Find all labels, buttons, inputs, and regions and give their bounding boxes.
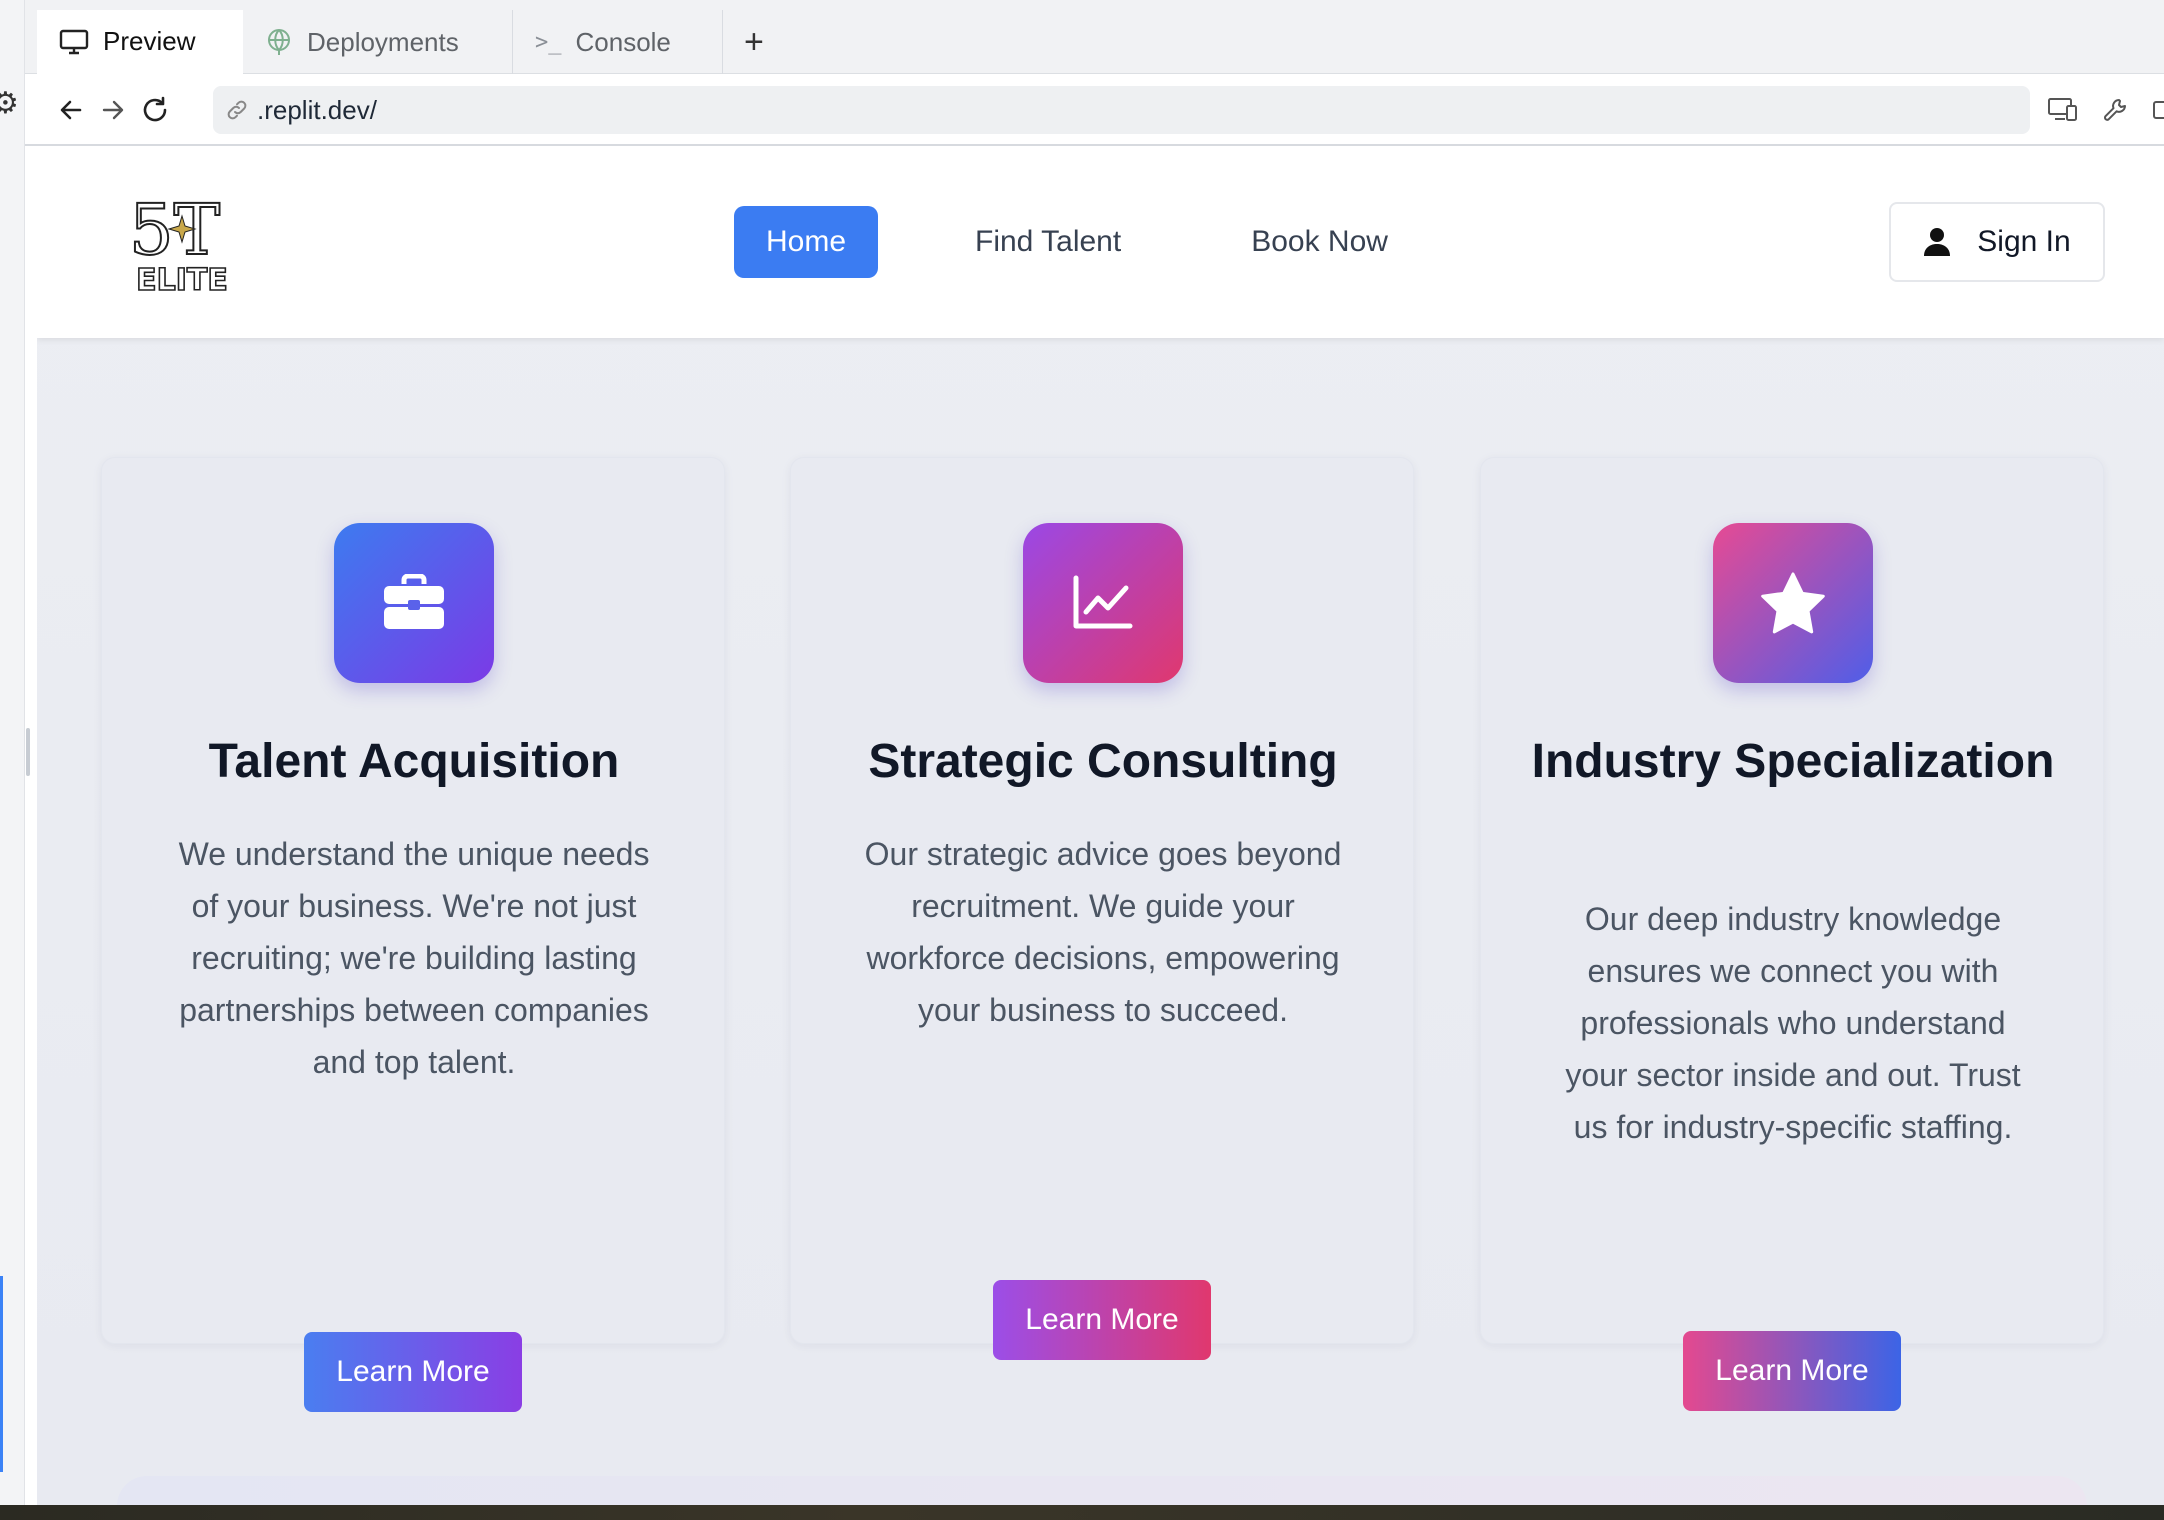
star-icon — [1761, 572, 1825, 634]
tab-preview[interactable]: Preview — [37, 10, 243, 74]
user-icon — [1924, 228, 1951, 256]
back-button[interactable] — [51, 90, 91, 130]
reload-button[interactable] — [135, 90, 175, 130]
resize-handle[interactable] — [26, 728, 30, 776]
wrench-icon — [2104, 99, 2126, 121]
link-icon — [227, 100, 247, 120]
devtools-button[interactable] — [2098, 92, 2134, 128]
learn-more-button[interactable]: Learn More — [1683, 1331, 1901, 1411]
url-text: .replit.dev/ — [257, 94, 377, 125]
card-title: Talent Acquisition — [208, 735, 620, 788]
card-description: We understand the unique needs of your b… — [178, 836, 650, 1080]
tab-label: Deployments — [307, 26, 459, 57]
address-toolbar: .replit.dev/ — [25, 74, 2164, 146]
tab-console[interactable]: >_ Console — [513, 10, 723, 74]
site-header: 5T ELITE Home Find Talent Book Now Sign … — [37, 146, 2164, 338]
devices-icon — [2048, 98, 2077, 121]
terminal-icon: >_ — [535, 29, 562, 55]
nav-find-talent[interactable]: Find Talent — [975, 225, 1121, 259]
main-nav: Home Find Talent Book Now — [734, 206, 1388, 278]
gear-icon[interactable]: ⚙ — [0, 86, 19, 121]
learn-more-button[interactable]: Learn More — [304, 1332, 522, 1412]
briefcase-icon — [384, 574, 444, 629]
nav-home[interactable]: Home — [734, 206, 878, 278]
nav-book-now[interactable]: Book Now — [1251, 225, 1388, 259]
arrow-right-icon — [102, 100, 124, 120]
service-card-talent-acquisition: Talent Acquisition We understand the uni… — [101, 457, 725, 1412]
card-description: Our deep industry knowledge ensures we c… — [1565, 901, 2021, 1145]
tab-deployments[interactable]: Deployments — [243, 10, 513, 74]
window-icon — [2153, 101, 2164, 119]
service-card-industry-specialization: Industry Specialization Our deep industr… — [1480, 457, 2104, 1411]
monitor-icon — [59, 29, 89, 54]
arrow-left-icon — [60, 100, 82, 120]
desktop-background-strip — [0, 1505, 2164, 1520]
website-preview: 5T ELITE Home Find Talent Book Now Sign … — [37, 146, 2164, 1505]
card-icon-badge — [1023, 523, 1183, 683]
brand-logo[interactable]: 5T ELITE — [127, 186, 237, 296]
url-input[interactable]: .replit.dev/ — [213, 86, 2030, 134]
chart-line-icon — [1073, 575, 1133, 629]
active-indicator — [0, 1276, 3, 1472]
tab-label: Preview — [103, 26, 196, 56]
forward-button[interactable] — [93, 90, 133, 130]
reload-icon — [143, 96, 167, 122]
devices-button[interactable] — [2045, 92, 2081, 128]
card-title: Strategic Consulting — [868, 735, 1338, 788]
next-section-panel — [117, 1476, 2087, 1505]
card-icon-badge — [334, 523, 494, 683]
card-description: Our strategic advice goes beyond recruit… — [864, 836, 1342, 1028]
card-title: Industry Specialization — [1531, 735, 2055, 788]
sign-in-label: Sign In — [1977, 225, 2071, 258]
add-tab-button[interactable]: + — [744, 22, 764, 62]
new-window-button[interactable] — [2145, 92, 2164, 128]
learn-more-button[interactable]: Learn More — [993, 1280, 1211, 1360]
sign-in-button[interactable]: Sign In — [1889, 202, 2105, 282]
globe-icon — [268, 29, 290, 55]
ide-side-strip: ⚙ — [0, 0, 30, 1505]
logo-wordmark: ELITE — [136, 263, 228, 296]
tab-label: Console — [575, 26, 671, 57]
service-card-strategic-consulting: Strategic Consulting Our strategic advic… — [790, 457, 1414, 1360]
card-icon-badge — [1713, 523, 1873, 683]
